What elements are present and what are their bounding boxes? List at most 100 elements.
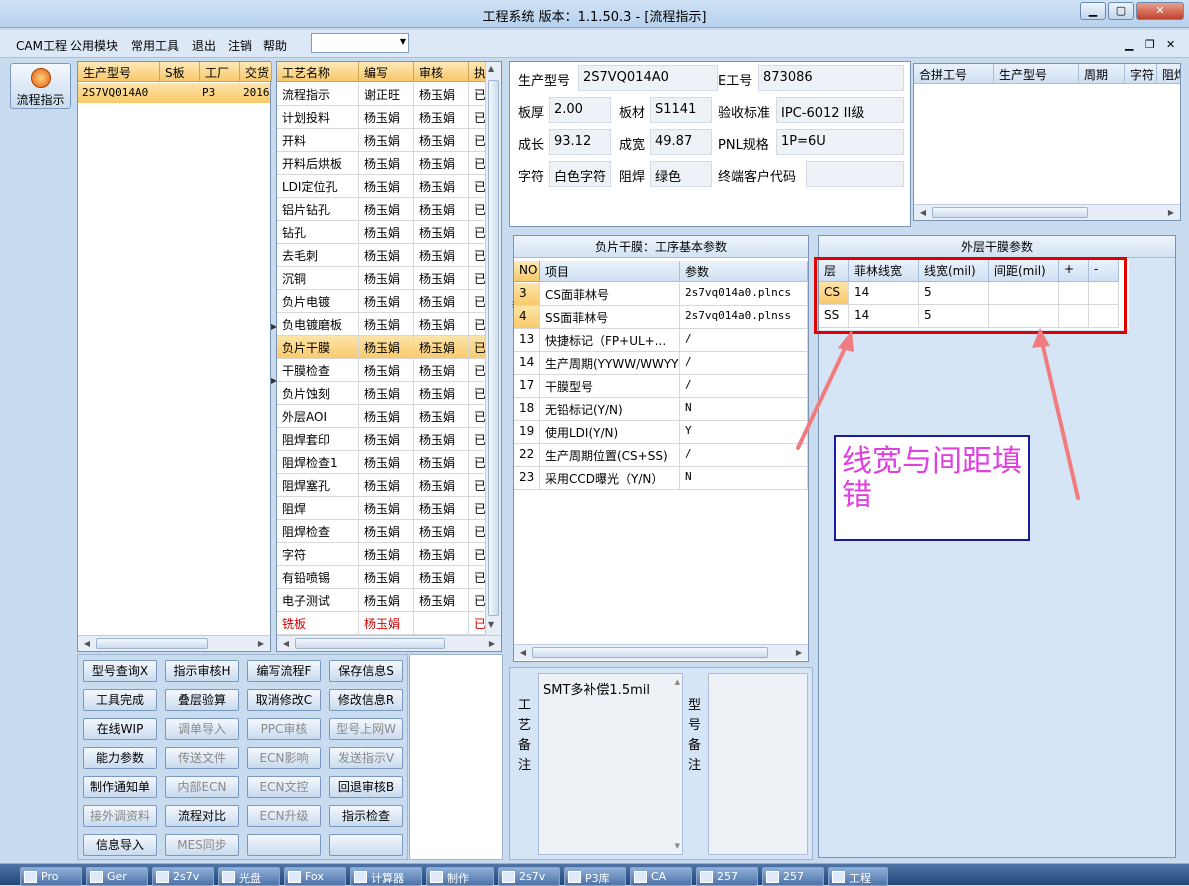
action-button[interactable]: 流程对比 [165,805,239,827]
col-combine-mask[interactable]: 阻焊 [1157,64,1180,84]
table-row[interactable]: 23 采用CCD曝光（Y/N） N [514,467,808,490]
maximize-button[interactable]: ▢ [1108,2,1134,20]
scroll-down-icon[interactable]: ▼ [675,842,680,850]
table-row[interactable]: 阻焊检查 杨玉娟 杨玉娟已 [277,520,487,543]
col-combine-cycle[interactable]: 周期 [1079,64,1125,84]
scroll-right-icon[interactable]: ▶ [1164,206,1178,220]
menu-cam[interactable]: CAM工程 [16,37,67,54]
table-row[interactable]: 电子测试 杨玉娟 杨玉娟已 [277,589,487,612]
scroll-left-icon[interactable]: ◀ [916,206,930,220]
action-button[interactable]: 调单导入 [165,718,239,740]
table-row[interactable]: 负片蚀刻 杨玉娟 杨玉娟已 [277,382,487,405]
table-row[interactable]: 开料后烘板 杨玉娟 杨玉娟已 [277,152,487,175]
table-row[interactable]: 阻焊 杨玉娟 杨玉娟已 [277,497,487,520]
table-row[interactable]: 字符 杨玉娟 杨玉娟已 [277,543,487,566]
action-button[interactable]: ECN文控 [247,776,321,798]
col-combine-no[interactable]: 合拼工号 [914,64,994,84]
action-button[interactable]: 内部ECN [165,776,239,798]
taskbar-item[interactable]: 257 [762,867,824,886]
taskbar-item[interactable]: Fox [284,867,346,886]
taskbar-item[interactable]: Pro [20,867,82,886]
table-row[interactable]: 干膜检查 杨玉娟 杨玉娟已 [277,359,487,382]
scroll-down-icon[interactable]: ▼ [488,620,494,629]
mdi-minimize-icon[interactable]: ▁ [1125,38,1133,51]
table-row[interactable]: 铣板 杨玉娟已 [277,612,487,635]
table-row[interactable]: 14 生产周期(YYWW/WWYY) / [514,352,808,375]
scroll-thumb[interactable] [96,638,208,649]
table-row[interactable]: 17 干膜型号 / [514,375,808,398]
taskbar-item[interactable]: CA [630,867,692,886]
mdi-restore-icon[interactable]: ❐ [1145,38,1155,51]
taskbar-item[interactable]: 制作 [426,867,494,886]
scroll-thumb[interactable] [295,638,445,649]
action-button[interactable]: 指示审核H [165,660,239,682]
scroll-up-icon[interactable]: ▲ [488,64,494,73]
close-button[interactable]: ✕ [1136,2,1184,20]
scroll-right-icon[interactable]: ▶ [254,637,268,651]
scroll-right-icon[interactable]: ▶ [792,646,806,660]
col-factory[interactable]: 工厂 [200,62,240,82]
col-item[interactable]: 项目 [540,261,680,282]
process-guide-button[interactable]: 流程指示 [10,63,71,109]
scroll-thumb[interactable] [532,647,768,658]
scroll-left-icon[interactable]: ◀ [279,637,293,651]
table-row[interactable]: 负片干膜 杨玉娟 杨玉娟已 [277,336,487,359]
table-row[interactable]: 阻焊塞孔 杨玉娟 杨玉娟已 [277,474,487,497]
taskbar-item[interactable]: 工程 [828,867,888,886]
table-row[interactable]: 19 使用LDI(Y/N) Y [514,421,808,444]
action-button[interactable]: PPC审核 [247,718,321,740]
taskbar-item[interactable]: 2s7v [152,867,214,886]
film-hscroll[interactable]: ◀ ▶ [514,644,808,660]
mdi-close-icon[interactable]: ✕ [1166,38,1175,51]
scroll-left-icon[interactable]: ◀ [516,646,530,660]
table-row[interactable]: 外层AOI 杨玉娟 杨玉娟已 [277,405,487,428]
table-row[interactable]: 13 快捷标记（FP+UL+... / [514,329,808,352]
scroll-thumb[interactable] [488,80,499,616]
action-button[interactable]: 回退审核B [329,776,403,798]
action-button[interactable]: 工具完成 [83,689,157,711]
process-vscroll[interactable]: ▲ ▼ [485,62,501,635]
table-row[interactable]: 阻焊检查1 杨玉娟 杨玉娟已 [277,451,487,474]
taskbar-item[interactable]: Ger [86,867,148,886]
table-row[interactable]: 开料 杨玉娟 杨玉娟已 [277,129,487,152]
action-button[interactable]: 型号上网W [329,718,403,740]
menu-public-module[interactable]: 公用模块 [70,37,118,54]
col-delivery[interactable]: 交货 [240,62,272,82]
scroll-thumb[interactable] [932,207,1088,218]
table-row[interactable]: 去毛刺 杨玉娟 杨玉娟已 [277,244,487,267]
col-combine-model[interactable]: 生产型号 [994,64,1079,84]
scroll-up-icon[interactable]: ▲ [675,678,680,686]
minimize-button[interactable]: ▁ [1080,2,1106,20]
action-button[interactable]: 指示检查 [329,805,403,827]
table-row[interactable]: 钻孔 杨玉娟 杨玉娟已 [277,221,487,244]
scroll-left-icon[interactable]: ◀ [80,637,94,651]
action-button[interactable]: 型号查询X [83,660,157,682]
scroll-right-icon[interactable]: ▶ [485,637,499,651]
action-button[interactable]: MES同步 [165,834,239,856]
table-row[interactable]: 计划投料 杨玉娟 杨玉娟已 [277,106,487,129]
process-hscroll[interactable]: ◀ ▶ [277,635,501,651]
action-button[interactable]: 在线WIP [83,718,157,740]
col-prod-model[interactable]: 生产型号 [78,62,160,82]
action-button[interactable]: 信息导入 [83,834,157,856]
table-row[interactable]: 沉铜 杨玉娟 杨玉娟已 [277,267,487,290]
col-combine-char[interactable]: 字符 [1125,64,1157,84]
action-button[interactable]: 修改信息R [329,689,403,711]
action-button[interactable]: 取消修改C [247,689,321,711]
col-param[interactable]: 参数 [680,261,808,282]
table-row[interactable]: LDI定位孔 杨玉娟 杨玉娟已 [277,175,487,198]
model-note-area[interactable] [708,673,808,855]
taskbar-item[interactable]: 2s7v [498,867,560,886]
action-button[interactable]: 发送指示V [329,747,403,769]
col-s-board[interactable]: S板 [160,62,200,82]
table-row[interactable]: 铝片钻孔 杨玉娟 杨玉娟已 [277,198,487,221]
table-row[interactable]: 4 SS面菲林号 2s7vq014a0.plnss [514,306,808,329]
col-process-name[interactable]: 工艺名称 [277,62,359,82]
table-row[interactable]: 2S7VQ014A0 P3 2016 [78,83,270,103]
action-button[interactable]: ECN影响 [247,747,321,769]
model-list-hscroll[interactable]: ◀ ▶ [78,635,270,651]
table-row[interactable]: 流程指示 谢正旺 杨玉娟已 [277,83,487,106]
action-button[interactable]: 传送文件 [165,747,239,769]
table-row[interactable]: 18 无铅标记(Y/N) N [514,398,808,421]
table-row[interactable]: 有铅喷锡 杨玉娟 杨玉娟已 [277,566,487,589]
